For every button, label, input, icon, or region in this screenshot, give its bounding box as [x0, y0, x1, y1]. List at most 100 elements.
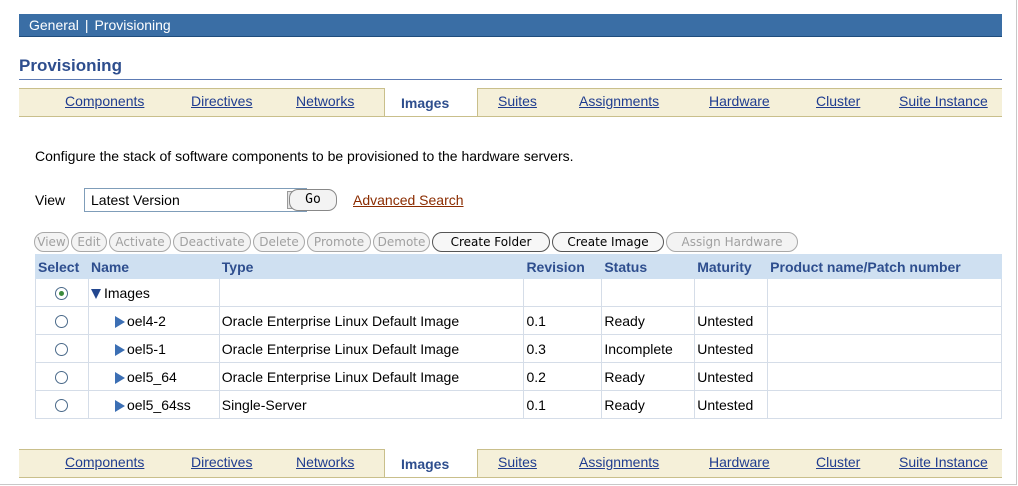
tab-bar-bottom: Components Directives Networks Images Su…: [19, 449, 1002, 478]
promote-button[interactable]: Promote: [307, 232, 371, 252]
images-table: Select Name Type Revision Status Maturit…: [35, 254, 1002, 419]
revision-cell: 0.1: [523, 390, 603, 419]
collapsed-triangle-icon[interactable]: [114, 399, 125, 412]
column-header-select: Select: [35, 254, 89, 279]
delete-button[interactable]: Delete: [253, 232, 305, 252]
column-header-type: Type: [218, 254, 525, 279]
product-cell: [767, 334, 1002, 363]
edit-button[interactable]: Edit: [71, 232, 107, 252]
expand-triangle-icon[interactable]: [90, 288, 101, 299]
row-name: Images: [103, 284, 150, 301]
page-description: Configure the stack of software componen…: [35, 148, 574, 164]
select-cell: [35, 334, 89, 363]
type-cell: Single-Server: [218, 390, 525, 419]
tab-cluster[interactable]: Cluster: [816, 93, 860, 109]
row-name: oel5_64: [126, 368, 177, 385]
tab-images[interactable]: Images: [384, 449, 478, 477]
select-radio[interactable]: [55, 315, 69, 329]
deactivate-button[interactable]: Deactivate: [173, 232, 251, 252]
advanced-search-link[interactable]: Advanced Search: [353, 192, 464, 208]
select-cell: [35, 390, 89, 419]
name-cell: oel5_64: [87, 362, 220, 391]
breadcrumb-provisioning[interactable]: Provisioning: [94, 14, 170, 36]
title-divider: [19, 79, 1002, 80]
table-row[interactable]: oel4-2 Oracle Enterprise Linux Default I…: [35, 306, 1002, 335]
tab-suite-instance[interactable]: Suite Instance: [899, 454, 988, 470]
table-row[interactable]: Images: [35, 278, 1002, 307]
create-image-button[interactable]: Create Image: [552, 232, 664, 252]
tab-images[interactable]: Images: [384, 88, 478, 116]
tab-components[interactable]: Components: [65, 93, 144, 109]
select-radio[interactable]: [55, 371, 69, 385]
maturity-cell: Untested: [694, 390, 769, 419]
table-toolbar: View Edit Activate Deactivate Delete Pro…: [34, 232, 954, 253]
status-cell: [601, 278, 696, 307]
name-cell: oel5-1: [87, 334, 220, 363]
status-cell: Ready: [601, 362, 696, 391]
tab-hardware[interactable]: Hardware: [709, 93, 770, 109]
breadcrumb-general[interactable]: General: [29, 14, 79, 36]
product-cell: [767, 278, 1002, 307]
row-name: oel5-1: [126, 340, 166, 357]
maturity-cell: Untested: [694, 362, 769, 391]
column-header-status: Status: [601, 254, 696, 279]
collapsed-triangle-icon[interactable]: [114, 371, 125, 384]
status-cell: Ready: [601, 306, 696, 335]
tab-suites[interactable]: Suites: [498, 454, 537, 470]
type-cell: Oracle Enterprise Linux Default Image: [218, 306, 525, 335]
tab-networks[interactable]: Networks: [296, 454, 354, 470]
collapsed-triangle-icon[interactable]: [114, 343, 125, 356]
select-radio[interactable]: [55, 343, 69, 357]
row-name: oel5_64ss: [126, 396, 191, 413]
select-cell: [35, 306, 89, 335]
column-header-name: Name: [87, 254, 220, 279]
tab-components[interactable]: Components: [65, 454, 144, 470]
table-row[interactable]: oel5-1 Oracle Enterprise Linux Default I…: [35, 334, 1002, 363]
tab-networks[interactable]: Networks: [296, 93, 354, 109]
activate-button[interactable]: Activate: [109, 232, 171, 252]
tab-assignments[interactable]: Assignments: [579, 93, 659, 109]
tab-directives[interactable]: Directives: [191, 93, 252, 109]
global-header-bar: General | Provisioning: [19, 14, 1002, 37]
view-label: View: [35, 192, 66, 208]
tab-cluster[interactable]: Cluster: [816, 454, 860, 470]
name-cell: oel5_64ss: [87, 390, 220, 419]
revision-cell: 0.2: [523, 362, 603, 391]
tab-bar-top: Components Directives Networks Images Su…: [19, 88, 1002, 117]
tab-assignments[interactable]: Assignments: [579, 454, 659, 470]
product-cell: [767, 390, 1002, 419]
product-cell: [767, 306, 1002, 335]
product-cell: [767, 362, 1002, 391]
row-name: oel4-2: [126, 312, 166, 329]
demote-button[interactable]: Demote: [373, 232, 430, 252]
select-radio[interactable]: [55, 287, 69, 301]
type-cell: [218, 278, 525, 307]
go-button[interactable]: Go: [289, 189, 337, 211]
tab-suite-instance[interactable]: Suite Instance: [899, 93, 988, 109]
table-row[interactable]: oel5_64ss Single-Server 0.1 Ready Untest…: [35, 390, 1002, 419]
select-cell: [35, 362, 89, 391]
view-select-value: Latest Version: [91, 192, 180, 208]
column-header-revision: Revision: [523, 254, 603, 279]
revision-cell: [523, 278, 603, 307]
revision-cell: 0.1: [523, 306, 603, 335]
type-cell: Oracle Enterprise Linux Default Image: [218, 334, 525, 363]
view-button[interactable]: View: [34, 232, 69, 252]
view-select[interactable]: Latest Version ▼: [84, 188, 307, 212]
column-header-maturity: Maturity: [694, 254, 769, 279]
maturity-cell: Untested: [694, 306, 769, 335]
tab-directives[interactable]: Directives: [191, 454, 252, 470]
table-row[interactable]: oel5_64 Oracle Enterprise Linux Default …: [35, 362, 1002, 391]
page-title: Provisioning: [19, 56, 122, 75]
collapsed-triangle-icon[interactable]: [114, 315, 125, 328]
table-header-row: Select Name Type Revision Status Maturit…: [35, 254, 1002, 279]
type-cell: Oracle Enterprise Linux Default Image: [218, 362, 525, 391]
tab-hardware[interactable]: Hardware: [709, 454, 770, 470]
tab-suites[interactable]: Suites: [498, 93, 537, 109]
select-radio[interactable]: [55, 399, 69, 413]
create-folder-button[interactable]: Create Folder: [432, 232, 550, 252]
status-cell: Incomplete: [601, 334, 696, 363]
assign-hardware-button[interactable]: Assign Hardware: [666, 232, 798, 252]
revision-cell: 0.3: [523, 334, 603, 363]
column-header-product: Product name/Patch number: [767, 254, 1002, 279]
